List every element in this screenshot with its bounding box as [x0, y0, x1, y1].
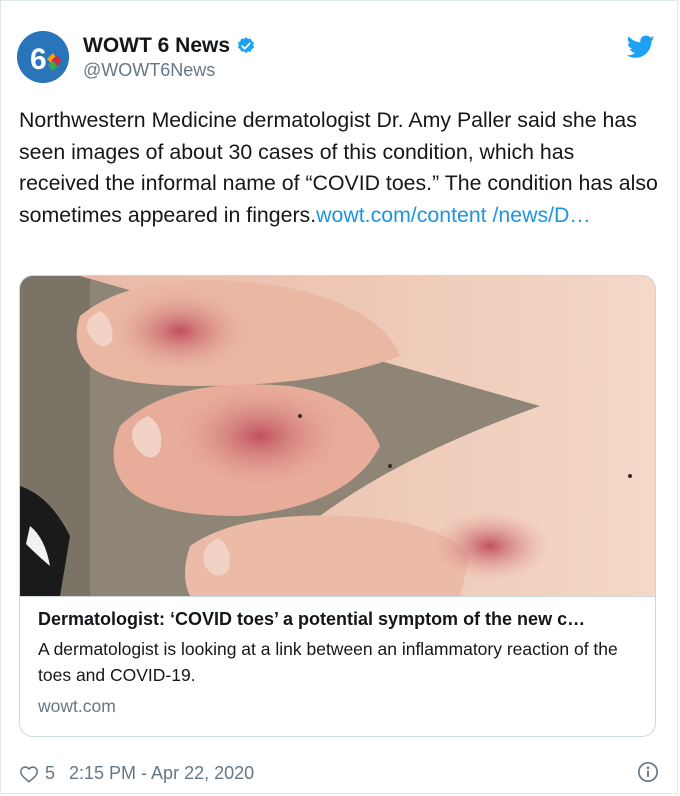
- heart-icon[interactable]: [19, 765, 39, 783]
- author-info: WOWT 6 News @WOWT6News: [83, 34, 256, 81]
- info-icon[interactable]: [637, 761, 659, 783]
- tweet-text: Northwestern Medicine dermatologist Dr. …: [19, 105, 659, 231]
- author-handle[interactable]: @WOWT6News: [83, 60, 256, 81]
- avatar[interactable]: 6: [17, 31, 69, 83]
- author-name[interactable]: WOWT 6 News: [83, 34, 230, 58]
- verified-badge-icon: [238, 36, 255, 53]
- card-body[interactable]: Dermatologist: ‘COVID toes’ a potential …: [20, 596, 655, 736]
- link-preview-card[interactable]: Dermatologist: ‘COVID toes’ a potential …: [19, 275, 656, 737]
- tweet-link[interactable]: wowt.com/content /news/D…: [316, 203, 591, 227]
- svg-text:6: 6: [30, 43, 47, 76]
- wowt-logo-icon: 6: [17, 31, 69, 83]
- card-domain: wowt.com: [38, 696, 116, 716]
- like-count[interactable]: 5: [45, 763, 55, 784]
- card-title[interactable]: Dermatologist: ‘COVID toes’ a potential …: [38, 609, 638, 630]
- tweet-header: 6 WOWT 6 News @WOWT6News: [17, 31, 256, 83]
- name-row: WOWT 6 News: [83, 34, 256, 58]
- twitter-bird-icon[interactable]: [627, 35, 655, 59]
- timestamp[interactable]: 2:15 PM - Apr 22, 2020: [69, 763, 254, 784]
- tweet-footer: 5 2:15 PM - Apr 22, 2020: [19, 761, 659, 784]
- tweet-card[interactable]: 6 WOWT 6 News @WOWT6News Northwestern Me…: [0, 0, 678, 794]
- card-description: A dermatologist is looking at a link bet…: [38, 639, 618, 685]
- card-image[interactable]: [20, 276, 656, 596]
